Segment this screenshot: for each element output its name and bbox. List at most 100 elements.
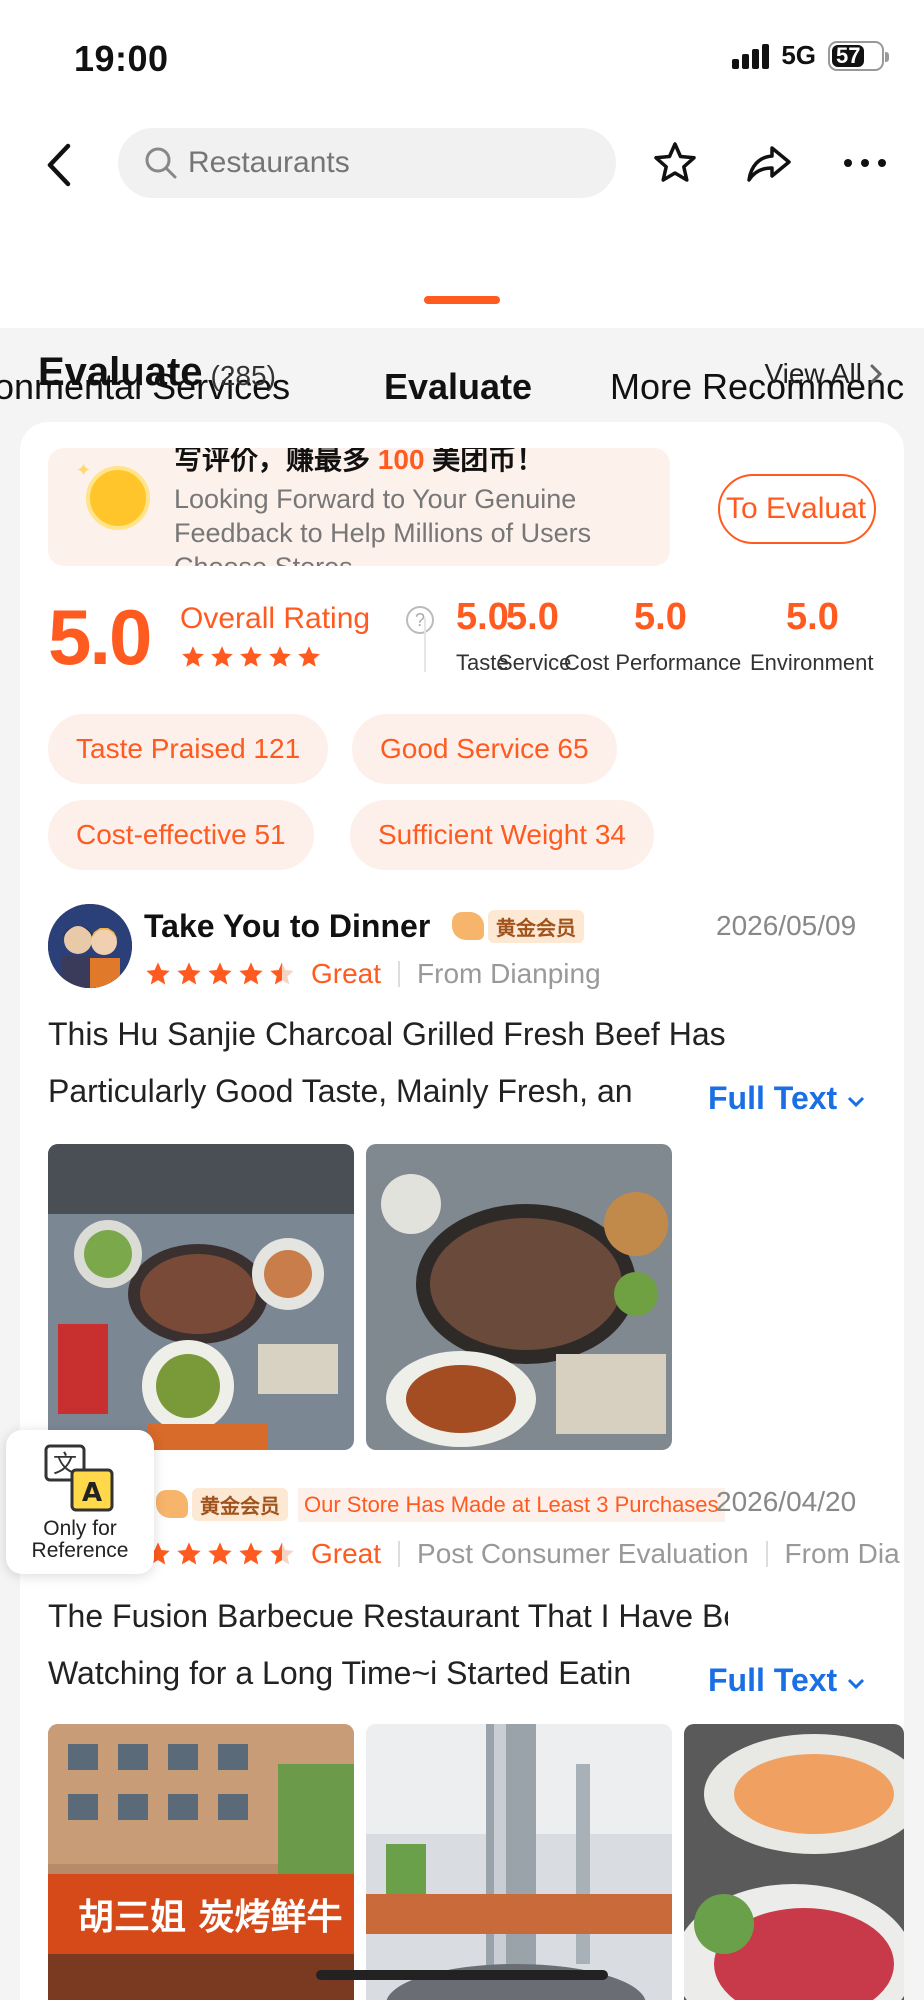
review-photo[interactable] — [48, 1144, 354, 1450]
star-icon — [182, 646, 204, 667]
home-indicator[interactable] — [316, 1970, 608, 1980]
search-input[interactable] — [188, 146, 568, 180]
promo-headline-a: 写评价，赚最多 — [174, 448, 371, 475]
review-text-line1: The Fusion Barbecue Restaurant That I Ha… — [48, 1598, 728, 1634]
translate-label: Only for Reference — [31, 1517, 129, 1562]
chevron-down-icon — [848, 1678, 865, 1690]
divider — [765, 1541, 768, 1567]
review-source: From Dia — [784, 1538, 900, 1569]
review-text: This Hu Sanjie Charcoal Grilled Fresh Be… — [48, 1006, 728, 1120]
overall-rating-label: Overall Rating — [180, 602, 371, 635]
star-icon — [177, 1542, 201, 1565]
network-label: 5G — [781, 40, 816, 70]
star-icon — [239, 962, 263, 985]
taste-score: 5.0 — [456, 596, 509, 638]
tab-bar: onmental Services Evaluate More Recommen… — [0, 246, 924, 407]
promo-banner[interactable]: ✦ 写评价，赚最多 100 美团币！ Looking Forward to Yo… — [48, 448, 670, 566]
evaluate-section-header: Evaluate (285) View All — [0, 330, 924, 420]
section-title-text: Evaluate — [38, 350, 203, 394]
coin-icon — [86, 466, 150, 530]
battery-level: 57 — [836, 42, 861, 68]
section-title: Evaluate (285) — [38, 350, 276, 395]
tag-taste-praised[interactable]: Taste Praised 121 — [48, 714, 329, 784]
cost-performance-label: Cost Performance — [564, 650, 742, 675]
translate-glyph-en: A — [82, 1478, 102, 1508]
translate-widget[interactable]: 文 A Only for Reference — [6, 1430, 154, 1574]
star-icon — [211, 646, 233, 667]
divider — [398, 1541, 401, 1567]
back-button[interactable] — [40, 140, 80, 190]
full-text-button[interactable]: Full Text — [706, 1080, 867, 1117]
full-text-label: Full Text — [708, 1662, 838, 1698]
more-button[interactable] — [840, 138, 890, 188]
review-photo[interactable]: 胡三姐 炭烤鲜牛 — [48, 1724, 354, 2000]
help-icon[interactable]: ? — [406, 606, 434, 634]
review-date: 2026/04/20 — [716, 1486, 857, 1517]
review-stars — [144, 1540, 296, 1568]
view-all-link[interactable]: View All — [764, 358, 884, 390]
interior-photo-image — [366, 1724, 672, 2000]
full-text-label: Full Text — [708, 1080, 838, 1116]
review-verdict: Great — [311, 958, 382, 989]
status-bar: 19:00 5G 57 — [0, 0, 924, 118]
cost-performance-score: 5.0 — [634, 596, 687, 638]
page: 19:00 5G 57 Restaurants onmental Service… — [0, 0, 924, 2000]
grill-photo-image — [366, 1144, 672, 1450]
avatar-image — [48, 904, 132, 988]
review-photo[interactable] — [366, 1144, 672, 1450]
status-icons: 5G 57 — [732, 40, 889, 71]
review-text: The Fusion Barbecue Restaurant That I Ha… — [48, 1588, 728, 1702]
tag-good-service[interactable]: Good Service 65 — [352, 714, 617, 784]
gold-member-badge: 黄金会员 — [156, 1487, 288, 1521]
reviews-card: ✦ 写评价，赚最多 100 美团币！ Looking Forward to Yo… — [20, 422, 904, 2000]
chevron-left-icon — [47, 143, 71, 187]
divider — [398, 961, 401, 987]
favorite-button[interactable] — [650, 138, 700, 188]
more-dots-icon — [844, 159, 886, 167]
promo-subtitle: Looking Forward to Your Genuine Feedback… — [174, 484, 592, 566]
star-icon — [146, 962, 170, 985]
review-count: (285) — [210, 360, 276, 391]
bbq-photo-image — [48, 1144, 354, 1450]
review-photo[interactable] — [684, 1724, 904, 2000]
meat-photo-image — [684, 1724, 904, 2000]
review-rating-row: Great Post Consumer Evaluation From Dia — [144, 1538, 900, 1570]
review-photo[interactable] — [366, 1724, 672, 2000]
store-sign-text: 胡三姐 炭烤鲜牛 — [78, 1897, 343, 1938]
avatar[interactable] — [48, 904, 132, 988]
sparkle-icon: ✦ — [76, 460, 92, 480]
review-text-line2: Particularly Good Taste, Mainly Fresh, a… — [48, 1073, 633, 1109]
share-button[interactable] — [744, 138, 794, 188]
status-time: 19:00 — [74, 38, 169, 79]
review-rating-row: Great From Dianping — [144, 958, 601, 990]
chevron-down-icon — [848, 1096, 865, 1108]
review-username[interactable]: Take You to Dinner — [144, 908, 430, 945]
review-text-line1: This Hu Sanjie Charcoal Grilled Fresh Be… — [48, 1016, 728, 1052]
star-outline-icon — [654, 142, 696, 182]
review-verdict: Great — [311, 1538, 382, 1569]
review-stars — [144, 960, 296, 988]
review-source: From Dianping — [417, 958, 601, 989]
service-label: Service — [498, 650, 572, 675]
active-tab-indicator — [424, 296, 500, 304]
environment-score: 5.0 — [786, 596, 839, 638]
full-text-button[interactable]: Full Text — [706, 1662, 867, 1699]
star-icon — [240, 646, 262, 667]
gold-member-badge: 黄金会员 — [452, 909, 584, 943]
search-bar[interactable] — [118, 128, 616, 198]
badge-label: 黄金会员 — [192, 1487, 288, 1521]
to-evaluate-button[interactable]: To Evaluat — [718, 474, 876, 544]
translate-icon: 文 A — [44, 1444, 114, 1512]
chevron-right-icon — [870, 364, 883, 384]
tag-sufficient-weight[interactable]: Sufficient Weight 34 — [350, 800, 655, 870]
service-score: 5.0 — [506, 596, 559, 638]
review-post-type: Post Consumer Evaluation — [417, 1538, 749, 1569]
star-icon — [239, 1542, 263, 1565]
tag-cost-effective[interactable]: Cost-effective 51 — [48, 800, 314, 870]
share-icon — [747, 146, 791, 182]
repeat-customer-tag: Our Store Has Made at Least 3 Purchases — [298, 1488, 725, 1522]
overall-score: 5.0 — [48, 593, 152, 681]
star-icon — [208, 1542, 232, 1565]
star-icon — [208, 962, 232, 985]
search-icon — [145, 147, 177, 179]
